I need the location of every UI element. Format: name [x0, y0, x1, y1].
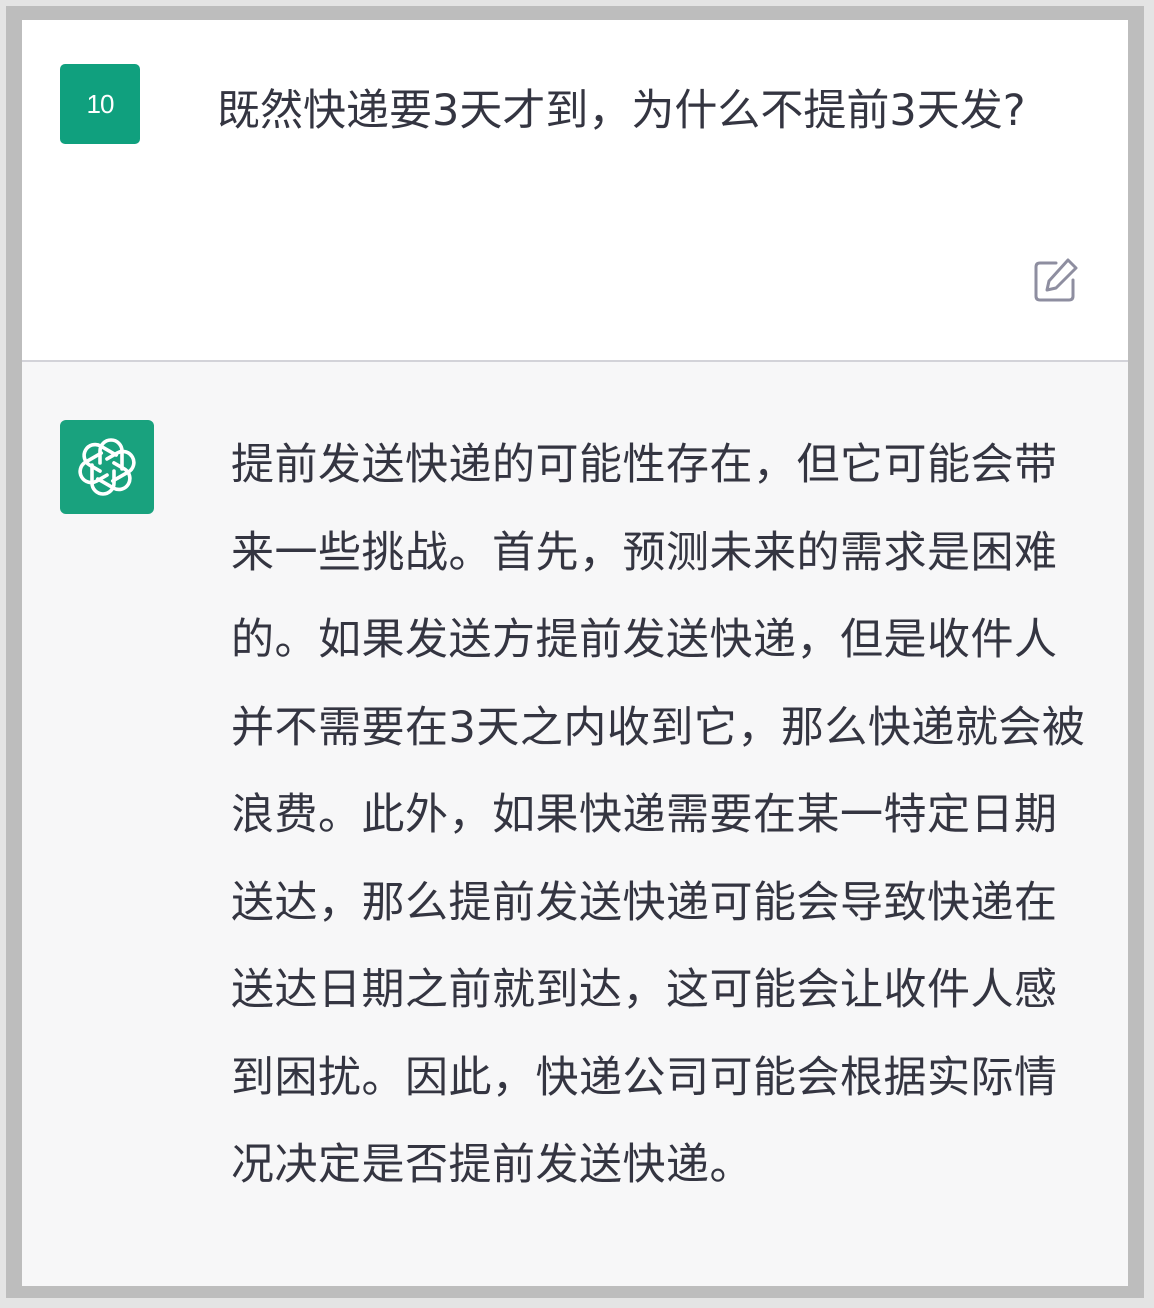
assistant-avatar	[60, 420, 154, 514]
screenshot-frame: 10 既然快递要3天才到，为什么不提前3天发? 提前发送快递的可能性存在，但它可…	[6, 6, 1144, 1298]
assistant-message-row: 提前发送快递的可能性存在，但它可能会带来一些挑战。首先，预测未来的需求是困难的。…	[22, 362, 1128, 1286]
chat-panel: 10 既然快递要3天才到，为什么不提前3天发? 提前发送快递的可能性存在，但它可…	[22, 20, 1128, 1286]
user-message-text: 既然快递要3天才到，为什么不提前3天发?	[217, 86, 1026, 136]
user-avatar: 10	[60, 64, 140, 144]
edit-icon[interactable]	[1032, 256, 1080, 304]
assistant-message-text: 提前发送快递的可能性存在，但它可能会带来一些挑战。首先，预测未来的需求是困难的。…	[231, 440, 1086, 1190]
user-message-row: 10 既然快递要3天才到，为什么不提前3天发?	[22, 20, 1128, 362]
openai-logo-icon	[78, 438, 136, 496]
